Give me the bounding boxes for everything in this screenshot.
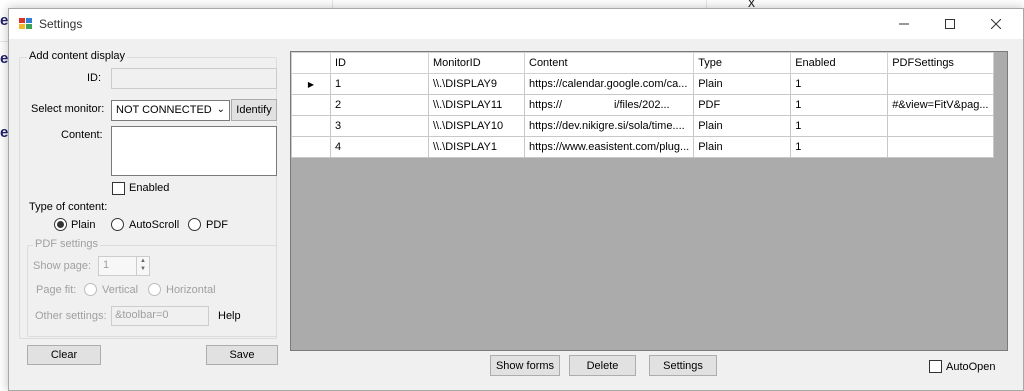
cell-id[interactable]: 3	[330, 115, 429, 137]
background-app	[0, 0, 1024, 8]
page-fit-horizontal-label: Horizontal	[166, 284, 216, 296]
autoopen-checkbox[interactable]	[929, 360, 942, 373]
type-plain-radio[interactable]	[54, 218, 67, 231]
minimize-icon	[899, 23, 909, 25]
table-row[interactable]: ▶ 1 \\.\DISPLAY9 https://calendar.google…	[291, 73, 994, 95]
title-bar[interactable]: Settings	[9, 9, 1023, 39]
column-header-id[interactable]: ID	[330, 52, 429, 74]
page-fit-label: Page fit:	[36, 284, 77, 296]
content-field[interactable]	[111, 126, 277, 176]
autoopen-label: AutoOpen	[946, 361, 996, 373]
cell-pdfsettings[interactable]	[887, 136, 994, 158]
column-header-content[interactable]: Content	[523, 52, 695, 74]
content-table: ID MonitorID Content Type Enabled PDFSet…	[291, 52, 994, 158]
stepper-arrows-icon: ▲ ▼	[136, 257, 149, 275]
column-header-pdfsettings[interactable]: PDFSettings	[887, 52, 994, 74]
cell-monitorid[interactable]: \\.\DISPLAY10	[428, 115, 525, 137]
window-title: Settings	[39, 17, 83, 31]
show-forms-button[interactable]: Show forms	[490, 355, 560, 376]
cell-enabled[interactable]: 1	[790, 73, 889, 95]
cell-enabled[interactable]: 1	[790, 136, 889, 158]
clear-button[interactable]: Clear	[27, 345, 101, 365]
row-selector[interactable]	[291, 115, 331, 137]
content-grid[interactable]: ID MonitorID Content Type Enabled PDFSet…	[290, 51, 1008, 351]
cell-id[interactable]: 4	[330, 136, 429, 158]
cell-enabled[interactable]: 1	[790, 94, 889, 116]
monitor-dropdown[interactable]: NOT CONNECTED ⌄	[111, 100, 230, 121]
cell-monitorid[interactable]: \\.\DISPLAY1	[428, 136, 525, 158]
background-divider	[332, 0, 333, 8]
column-header-monitorid[interactable]: MonitorID	[428, 52, 525, 74]
type-autoscroll-label: AutoScroll	[129, 219, 180, 231]
type-pdf-radio[interactable]	[188, 218, 201, 231]
other-settings-label: Other settings:	[35, 310, 107, 322]
table-row[interactable]: 2 \\.\DISPLAY11 https:// i/files/202... …	[291, 94, 994, 116]
row-header-corner	[291, 52, 331, 74]
close-icon	[991, 19, 1001, 29]
monitor-label: Select monitor:	[31, 103, 105, 115]
table-header-row: ID MonitorID Content Type Enabled PDFSet…	[291, 52, 994, 74]
background-divider	[0, 41, 8, 42]
type-pdf-label: PDF	[206, 219, 228, 231]
show-page-value: 1	[103, 259, 110, 271]
content-label: Content:	[61, 129, 103, 141]
close-button[interactable]	[973, 9, 1019, 39]
settings-button[interactable]: Settings	[649, 355, 717, 376]
type-of-content-label: Type of content:	[29, 201, 108, 213]
show-page-label: Show page:	[33, 260, 92, 272]
identify-button[interactable]: Identify	[231, 99, 277, 121]
cell-content[interactable]: https:// i/files/202...	[523, 94, 695, 116]
pdf-settings-group-title: PDF settings	[33, 238, 100, 250]
cell-content[interactable]: https://dev.nikigre.si/sola/time....	[523, 115, 695, 137]
add-content-group-title: Add content display	[27, 50, 128, 62]
id-label: ID:	[87, 72, 102, 84]
table-row[interactable]: 4 \\.\DISPLAY1 https://www.easistent.com…	[291, 136, 994, 158]
cell-content[interactable]: https://www.easistent.com/plug...	[523, 136, 695, 158]
row-selector[interactable]	[291, 94, 331, 116]
table-row[interactable]: 3 \\.\DISPLAY10 https://dev.nikigre.si/s…	[291, 115, 994, 137]
row-selector-arrow-icon: ▶	[307, 80, 315, 89]
column-header-enabled[interactable]: Enabled	[790, 52, 889, 74]
enabled-checkbox[interactable]	[112, 182, 125, 195]
show-page-stepper: 1 ▲ ▼	[98, 256, 150, 276]
row-selector[interactable]: ▶	[291, 73, 331, 95]
cell-pdfsettings[interactable]	[887, 115, 994, 137]
column-header-type[interactable]: Type	[693, 52, 792, 74]
cell-id[interactable]: 1	[330, 73, 429, 95]
row-selector[interactable]	[291, 136, 331, 158]
page-fit-vertical-label: Vertical	[102, 284, 139, 296]
settings-window: Settings Add content display ID: Select …	[8, 8, 1024, 391]
maximize-icon	[945, 19, 955, 29]
enabled-label: Enabled	[129, 182, 170, 194]
cell-type[interactable]: Plain	[693, 73, 792, 95]
maximize-button[interactable]	[927, 9, 973, 39]
background-divider	[706, 0, 707, 8]
cell-monitorid[interactable]: \\.\DISPLAY9	[428, 73, 525, 95]
cell-content[interactable]: https://calendar.google.com/ca...	[523, 73, 695, 95]
id-field	[111, 68, 277, 89]
page-fit-horizontal-radio	[148, 283, 161, 296]
cell-pdfsettings[interactable]	[887, 73, 994, 95]
cell-type[interactable]: Plain	[693, 136, 792, 158]
settings-app-icon	[18, 16, 33, 31]
save-button[interactable]: Save	[206, 345, 278, 365]
page-fit-vertical-radio	[84, 283, 97, 296]
chevron-down-icon: ⌄	[216, 104, 225, 115]
help-link[interactable]: Help	[218, 310, 241, 322]
cell-enabled[interactable]: 1	[790, 115, 889, 137]
minimize-button[interactable]	[881, 9, 927, 39]
delete-button[interactable]: Delete	[569, 355, 636, 376]
cell-id[interactable]: 2	[330, 94, 429, 116]
type-autoscroll-radio[interactable]	[111, 218, 124, 231]
cell-type[interactable]: PDF	[693, 94, 792, 116]
monitor-dropdown-value: NOT CONNECTED	[116, 104, 212, 116]
cell-pdfsettings[interactable]: #&view=FitV&pag...	[887, 94, 994, 116]
type-plain-label: Plain	[71, 219, 96, 231]
other-settings-field: &toolbar=0	[111, 306, 209, 326]
cell-type[interactable]: Plain	[693, 115, 792, 137]
cell-monitorid[interactable]: \\.\DISPLAY11	[428, 94, 525, 116]
